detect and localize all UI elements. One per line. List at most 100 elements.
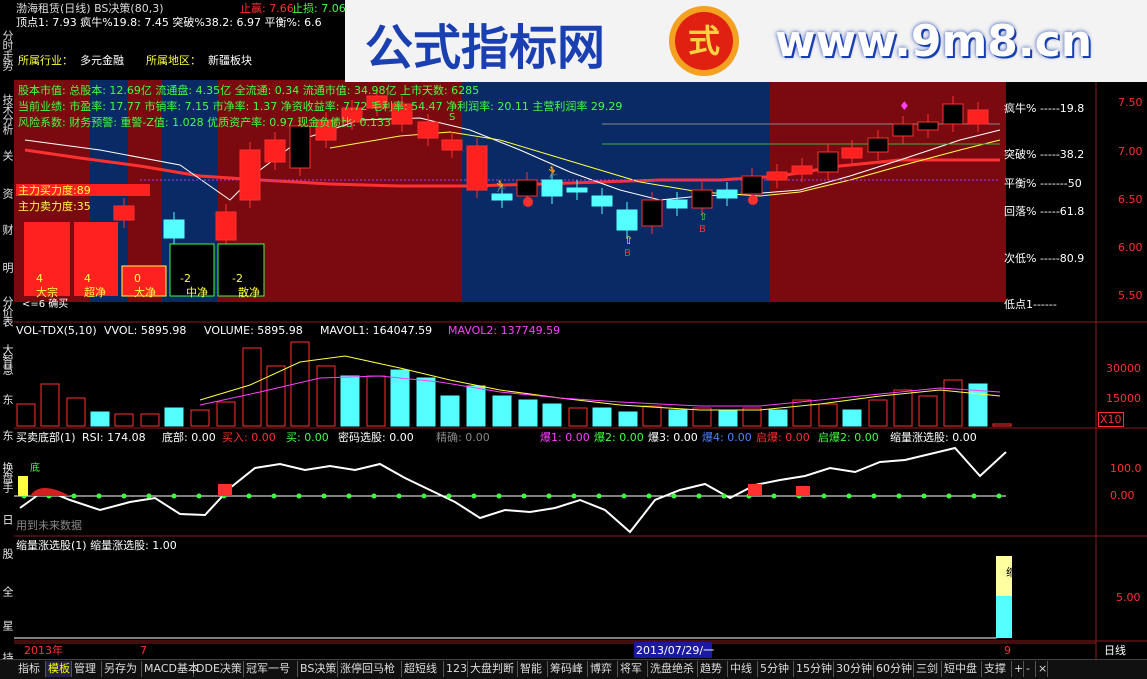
- rsi-dot: [971, 493, 977, 499]
- candle-body: [417, 121, 439, 139]
- price-tick-3: 6.50: [1118, 193, 1143, 206]
- s-marker: S: [449, 112, 455, 123]
- tab-18[interactable]: 中线: [728, 661, 758, 677]
- candle-body: [641, 199, 663, 227]
- tab-17[interactable]: 趋势: [698, 661, 728, 677]
- rsi-dot: [696, 493, 702, 499]
- tab-26[interactable]: +: [1012, 661, 1024, 677]
- volume-bar: [492, 395, 512, 427]
- date-mark-1: 7: [140, 644, 147, 657]
- rsi-dot: [571, 493, 577, 499]
- tab-15[interactable]: 将军: [618, 661, 648, 677]
- volume-bar: [90, 411, 110, 427]
- volume-bar: [568, 407, 588, 427]
- level-label-3: 平衡% -------50: [1004, 177, 1082, 190]
- tab-16[interactable]: 洗盘绝杀: [648, 661, 698, 677]
- candle-body: [541, 179, 563, 197]
- volume-bar: [742, 407, 762, 427]
- tab-23[interactable]: 三剑: [914, 661, 942, 677]
- candle-body: [967, 109, 989, 125]
- rsi-dot: [946, 493, 952, 499]
- tab-8[interactable]: 涨停回马枪: [338, 661, 402, 677]
- tab-5[interactable]: DDE决策: [194, 661, 244, 677]
- tab-22[interactable]: 60分钟: [874, 661, 914, 677]
- vol-tick-1: 30000: [1106, 362, 1141, 375]
- up-arrow-marker: ⇧: [624, 234, 633, 247]
- industry-label: 所属行业：: [18, 54, 73, 67]
- buy-force-label: 主力买力度:89: [18, 184, 91, 197]
- rsi-dot: [996, 493, 1002, 499]
- level-label-6: 低点1------: [1004, 298, 1057, 311]
- watermark-url: www.9m8.cn: [775, 16, 1093, 67]
- window-title: 渤海租赁(日线) BS决策(80,3): [16, 2, 164, 15]
- vol-unit: X10: [1098, 412, 1124, 427]
- tab-19[interactable]: 5分钟: [758, 661, 794, 677]
- vol-tick-2: 15000: [1106, 392, 1141, 405]
- tab-1[interactable]: 模板: [46, 661, 72, 677]
- info-line-1: 股本市值: 总股本: 12.69亿 流通盘: 4.35亿 全流通: 0.34 流…: [18, 84, 480, 97]
- volume-bar: [642, 405, 662, 427]
- rsi-dot: [446, 493, 452, 499]
- force-bar-label-3: 大净: [134, 286, 156, 299]
- volume-bar: [366, 375, 386, 427]
- buy-confirm-label: <=6 确买: [22, 299, 69, 310]
- rsi-dot: [396, 493, 402, 499]
- tab-24[interactable]: 短中盘: [942, 661, 982, 677]
- volume-bar: [440, 395, 460, 427]
- volume-bar: [692, 407, 712, 427]
- volume-bar: [618, 411, 638, 427]
- rsi-burst3: 爆3: 0.00: [648, 431, 698, 444]
- rsi-panel-graphics: [14, 446, 1007, 534]
- rsi-burst1: 爆1: 0.00: [540, 431, 590, 444]
- rsi-dot: [896, 493, 902, 499]
- candle-body: [766, 171, 788, 181]
- tab-7[interactable]: BS决策: [298, 661, 338, 677]
- tab-4[interactable]: MACD基本: [142, 661, 199, 677]
- tab-27[interactable]: -: [1024, 661, 1036, 677]
- volume-bar: [542, 403, 562, 427]
- rsi-dot: [246, 493, 252, 499]
- tab-25[interactable]: 支撑: [982, 661, 1012, 677]
- rsi-dot: [346, 493, 352, 499]
- tab-20[interactable]: 15分钟: [794, 661, 834, 677]
- logo-char: 式: [675, 12, 733, 70]
- rsi-suoliang: 缩量涨选股: 0.00: [890, 431, 977, 444]
- rsi-qibao: 启爆: 0.00: [756, 431, 810, 444]
- volume-bar: [416, 377, 436, 427]
- top-indicators: 顶点1: 7.93 疯牛%19.8: 7.45 突破%38.2: 6.97 平衡…: [16, 16, 322, 29]
- tab-6[interactable]: 冠军一号: [244, 661, 298, 677]
- tab-10[interactable]: 123: [444, 661, 468, 677]
- tab-3[interactable]: 另存为: [102, 661, 142, 677]
- price-tick-5: 5.50: [1118, 289, 1143, 302]
- volume-bar: [792, 399, 812, 427]
- rsi-dot: [71, 493, 77, 499]
- level-label-4: 回落% -----61.8: [1004, 205, 1085, 218]
- tab-11[interactable]: 大盘判断: [468, 661, 518, 677]
- volume-bar: [242, 347, 262, 427]
- level-label-1: 疯牛% -----19.8: [1004, 102, 1085, 115]
- rsi-dot: [821, 493, 827, 499]
- rsi-dot: [871, 493, 877, 499]
- period-label[interactable]: 日线: [1104, 644, 1126, 657]
- rsi-dot: [721, 493, 727, 499]
- volume-bar: [316, 365, 336, 427]
- info-line-2: 当前业绩: 市盈率: 17.77 市销率: 7.15 市净率: 1.37 净资收…: [18, 100, 623, 113]
- tab-0[interactable]: 指标: [16, 661, 46, 677]
- rsi-dot: [671, 493, 677, 499]
- rsi-dot: [146, 493, 152, 499]
- rsi-precise: 精确: 0.00: [436, 431, 490, 444]
- volume-bar: [918, 395, 938, 427]
- tab-14[interactable]: 博弈: [588, 661, 618, 677]
- tab-28[interactable]: ×: [1036, 661, 1048, 677]
- candle-body: [867, 137, 889, 153]
- tab-2[interactable]: 管理: [72, 661, 102, 677]
- tab-21[interactable]: 30分钟: [834, 661, 874, 677]
- tab-12[interactable]: 智能: [518, 661, 548, 677]
- rsi-burst2: 爆2: 0.00: [594, 431, 644, 444]
- rsi-rsi: RSI: 174.08: [82, 431, 146, 444]
- tab-13[interactable]: 筹码峰: [548, 661, 588, 677]
- volume-bar: [140, 413, 160, 427]
- tab-9[interactable]: 超短线: [402, 661, 444, 677]
- rsi-dot: [321, 493, 327, 499]
- date-axis-graphics: [14, 642, 1096, 658]
